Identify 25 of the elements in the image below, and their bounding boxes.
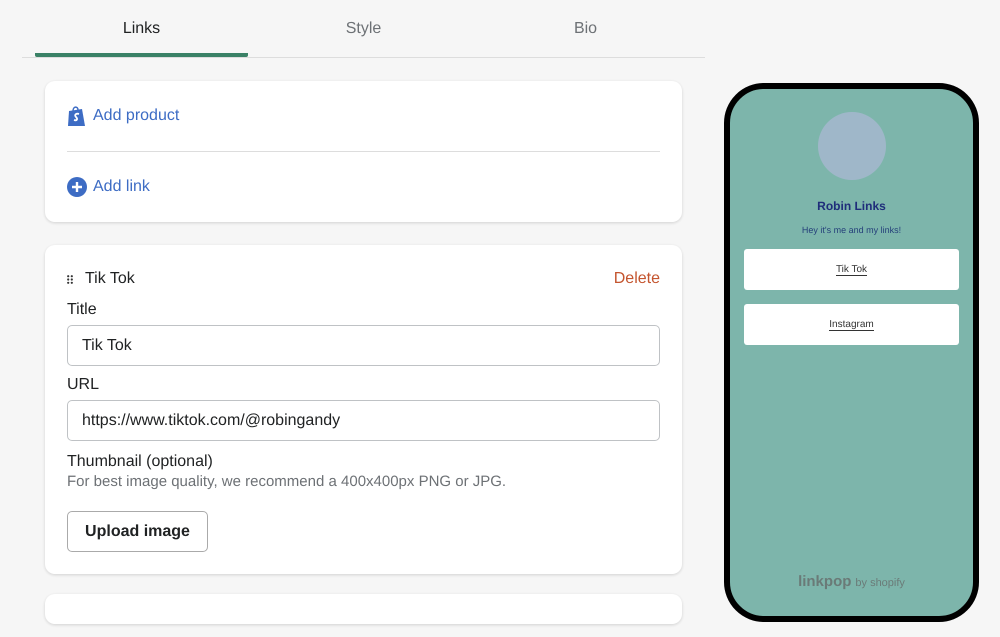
text-field[interactable]: https://www.tiktok.com/@robingandy bbox=[67, 400, 660, 441]
tab[interactable]: Style bbox=[257, 0, 470, 57]
link-text[interactable]: Tik Tok bbox=[836, 264, 868, 276]
text-field[interactable]: Tik Tok bbox=[67, 325, 660, 366]
add-product-button[interactable]: Add product bbox=[67, 81, 180, 151]
profile-name: Robin Links bbox=[817, 199, 886, 213]
field-label: Title bbox=[67, 301, 98, 319]
link-name: Tik Tok bbox=[85, 270, 135, 288]
add-link-button[interactable]: Add link bbox=[67, 152, 150, 222]
add-circle-icon bbox=[67, 177, 87, 197]
brand-logo: linkpop bbox=[798, 573, 852, 590]
link-button[interactable]: Tik Tok bbox=[744, 249, 959, 290]
shopping-bag-icon bbox=[67, 105, 87, 127]
field-label: Thumbnail (optional) bbox=[67, 453, 214, 471]
field-label: URL bbox=[67, 376, 100, 394]
link-text[interactable]: Instagram bbox=[829, 318, 874, 330]
upload-image-button[interactable]: Upload image bbox=[67, 511, 208, 552]
hint-text: For best image quality, we recommend a 400x400px PNG or JPG. bbox=[67, 473, 508, 490]
tab[interactable]: Links bbox=[35, 0, 248, 57]
profile-bio: Hey it's me and my links! bbox=[802, 225, 902, 235]
link-button[interactable]: Instagram bbox=[744, 304, 959, 345]
tab[interactable]: Bio bbox=[479, 0, 692, 57]
drag-handle-icon[interactable] bbox=[67, 274, 73, 284]
delete-button[interactable]: Delete bbox=[614, 270, 660, 288]
brand-suffix: by shopify bbox=[855, 577, 905, 589]
